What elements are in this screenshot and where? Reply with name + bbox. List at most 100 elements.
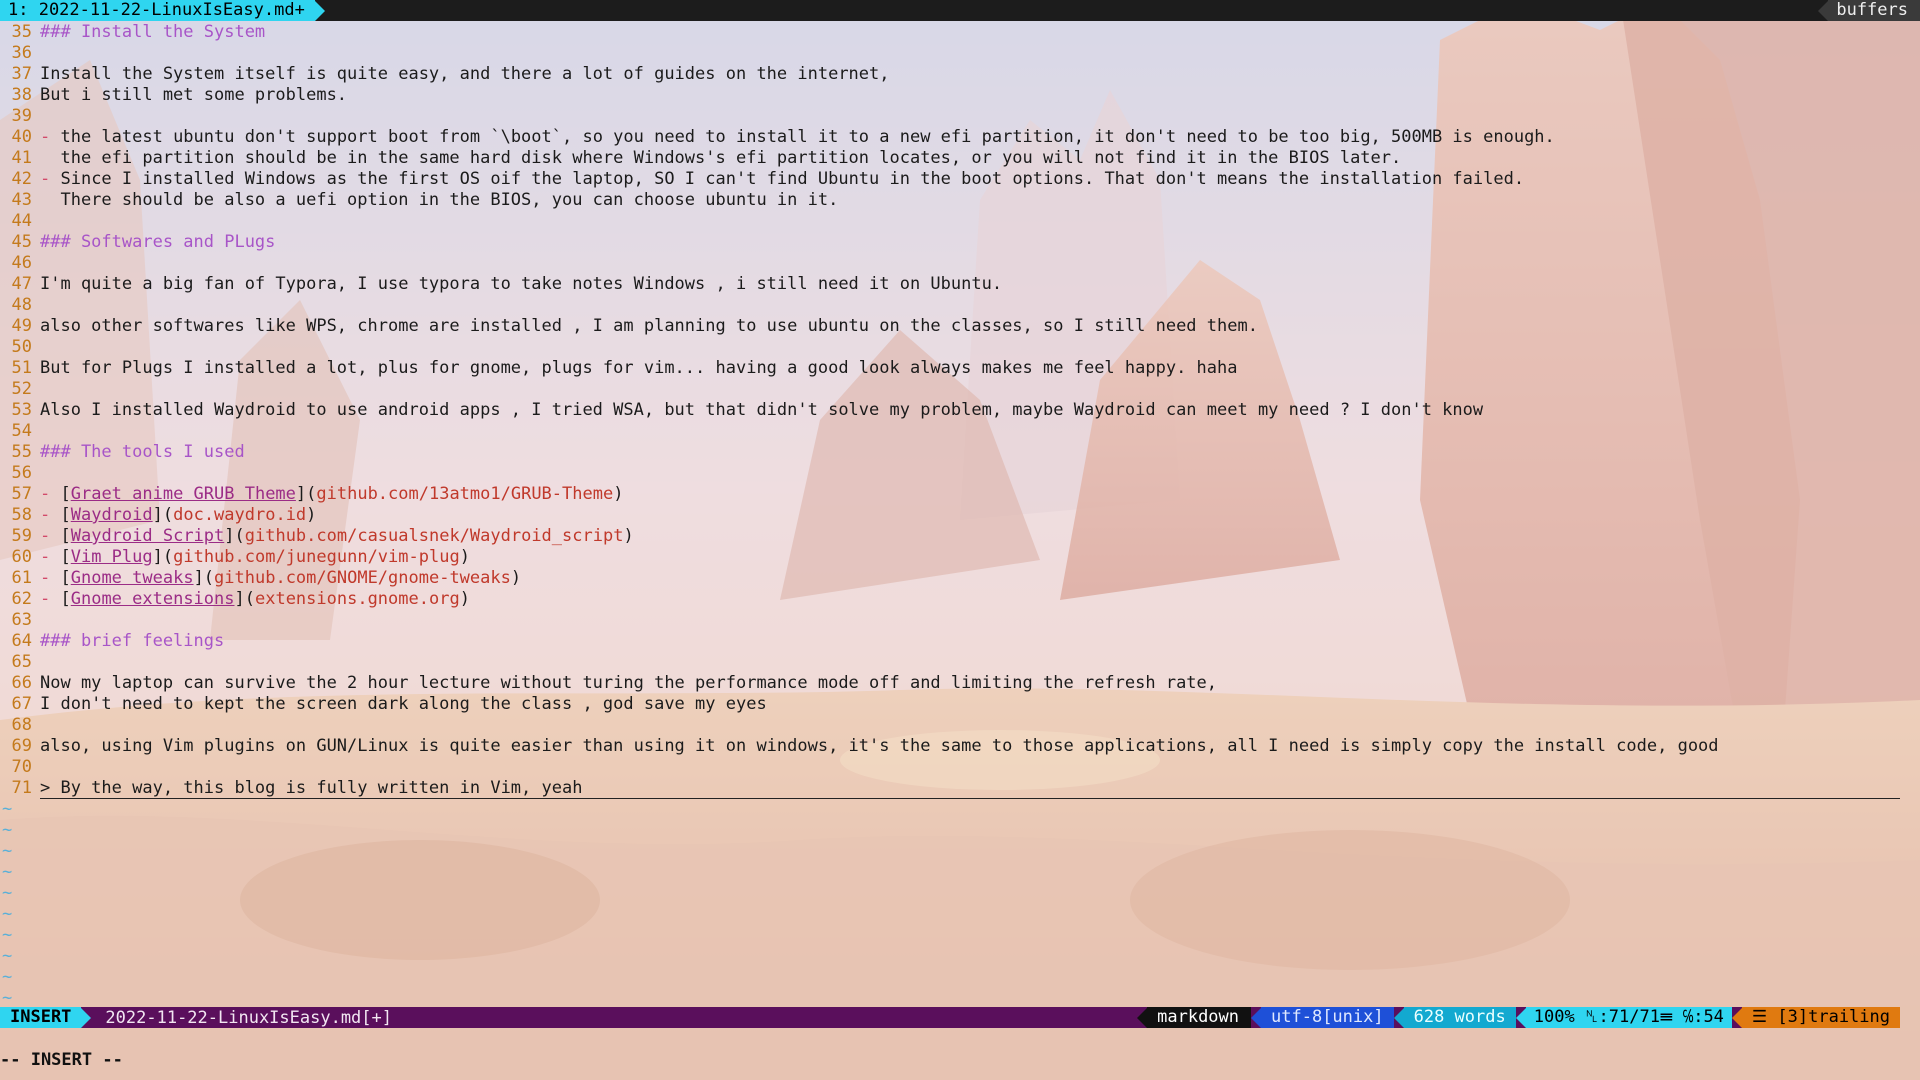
markdown-heading: ### brief feelings bbox=[40, 631, 225, 651]
line-number: 42 bbox=[11, 169, 32, 189]
wordcount-separator-arrow bbox=[1393, 1007, 1404, 1028]
editor-line: 47 I'm quite a big fan of Typora, I use t… bbox=[0, 274, 1900, 295]
link-text[interactable]: Gnome extensions bbox=[71, 589, 235, 609]
link-text[interactable]: Gnome tweaks bbox=[71, 568, 194, 588]
line-text: I don't need to kept the screen dark alo… bbox=[40, 694, 767, 715]
editor-line: 67 I don't need to kept the screen dark a… bbox=[0, 694, 1900, 715]
empty-line-tilde: ~ bbox=[2, 799, 13, 819]
line-content: Now my laptop can survive the 2 hour lec… bbox=[40, 673, 1218, 693]
line-number: 45 bbox=[11, 232, 32, 252]
line-number: 39 bbox=[11, 106, 32, 126]
editor-line: 49 also other softwares like WPS, chrome … bbox=[0, 316, 1900, 337]
link-text[interactable]: Vim Plug bbox=[71, 547, 153, 567]
tab-active[interactable]: 1: 2022-11-22-LinuxIsEasy.md+ bbox=[0, 0, 315, 21]
line-content: I'm quite a big fan of Typora, I use typ… bbox=[40, 274, 1003, 294]
line-number: 36 bbox=[11, 43, 32, 63]
cursorline-underline bbox=[40, 798, 1900, 799]
current-line: 71 > By the way, this blog is fully writt… bbox=[0, 778, 1900, 799]
editor-line: 36 bbox=[0, 43, 1900, 64]
editor-buffer[interactable]: 35 ### Install the System 36 37 Install the … bbox=[0, 22, 1900, 1009]
percent-separator-arrow bbox=[1515, 1007, 1526, 1028]
link-url[interactable]: doc.waydro.id bbox=[173, 505, 306, 525]
editor-line: 38 But i still met some problems. bbox=[0, 85, 1900, 106]
list-item-text: the latest ubuntu don't support boot fro… bbox=[50, 127, 1555, 147]
line-content: also other softwares like WPS, chrome ar… bbox=[40, 316, 1258, 336]
link-url[interactable]: extensions.gnome.org bbox=[255, 589, 460, 609]
editor-line: 68 bbox=[0, 715, 1900, 736]
link-url[interactable]: github.com/junegunn/vim-plug bbox=[173, 547, 460, 567]
line-number: 57 bbox=[11, 484, 32, 504]
line-number: 69 bbox=[11, 736, 32, 756]
line-number: 56 bbox=[11, 463, 32, 483]
column-icon: ☰ ℅ bbox=[1659, 1007, 1694, 1027]
tabline: 1: 2022-11-22-LinuxIsEasy.md+ buffers bbox=[0, 0, 1920, 21]
line-text: ### Softwares and PLugs bbox=[40, 232, 275, 253]
percent-value: 100% bbox=[1533, 1007, 1575, 1027]
link-url[interactable]: github.com/13atmo1/GRUB-Theme bbox=[316, 484, 613, 504]
line-content: also, using Vim plugins on GUN/Linux is … bbox=[40, 736, 1719, 756]
line-number: 44 bbox=[11, 211, 32, 231]
line-number: 70 bbox=[11, 757, 32, 777]
editor-line: 53 Also I installed Waydroid to use andro… bbox=[0, 400, 1900, 421]
empty-line-tilde: ~ bbox=[2, 925, 13, 945]
editor-line: 62 - [Gnome extensions](extensions.gnome.… bbox=[0, 589, 1900, 610]
link-text[interactable]: Waydroid Script bbox=[71, 526, 225, 546]
line-number: 54 bbox=[11, 421, 32, 441]
line-text: also other softwares like WPS, chrome ar… bbox=[40, 316, 1258, 337]
link-url[interactable]: github.com/GNOME/gnome-tweaks bbox=[214, 568, 511, 588]
line-number: 46 bbox=[11, 253, 32, 273]
line-text: Also I installed Waydroid to use android… bbox=[40, 400, 1483, 421]
line-number: 65 bbox=[11, 652, 32, 672]
editor-line: 63 bbox=[0, 610, 1900, 631]
line-text: also, using Vim plugins on GUN/Linux is … bbox=[40, 736, 1719, 757]
word-count: 628 words bbox=[1403, 1007, 1516, 1028]
line-number: 40 bbox=[11, 127, 32, 147]
editor-line: 57 - [Graet anime GRUB Theme](github.com/… bbox=[0, 484, 1900, 505]
line-text: - [Waydroid](doc.waydro.id) bbox=[40, 505, 317, 525]
line-number: 64 bbox=[11, 631, 32, 651]
line-number: 48 bbox=[11, 295, 32, 315]
line-number: 51 bbox=[11, 358, 32, 378]
line-text: ### brief feelings bbox=[40, 631, 224, 652]
line-number: 47 bbox=[11, 274, 32, 294]
editor-line: 50 bbox=[0, 337, 1900, 358]
line-number: 60 bbox=[11, 547, 32, 567]
command-line: -- INSERT -- bbox=[0, 1050, 123, 1070]
buffers-label[interactable]: buffers bbox=[1828, 0, 1920, 21]
filetype-indicator: markdown bbox=[1147, 1007, 1252, 1028]
line-number: 35 bbox=[11, 22, 32, 42]
line-content: There should be also a uefi option in th… bbox=[40, 190, 839, 210]
editor-line: 70 bbox=[0, 757, 1900, 778]
line-number: 59 bbox=[11, 526, 32, 546]
editor-line: 60 - [Vim Plug](github.com/junegunn/vim-p… bbox=[0, 547, 1900, 568]
line-text: - [Waydroid Script](github.com/casualsne… bbox=[40, 526, 634, 546]
link-text[interactable]: Waydroid bbox=[71, 505, 153, 525]
line-text: There should be also a uefi option in th… bbox=[40, 190, 838, 211]
mode-separator-arrow bbox=[81, 1007, 92, 1028]
editor-line: 39 bbox=[0, 106, 1900, 127]
mode-indicator: INSERT bbox=[0, 1007, 82, 1028]
trailing-whitespace-warning: ☰ [3]trailing bbox=[1741, 1007, 1900, 1028]
line-content: I don't need to kept the screen dark alo… bbox=[40, 694, 767, 714]
editor-line: 69 also, using Vim plugins on GUN/Linux i… bbox=[0, 736, 1900, 757]
editor-line: 64 ### brief feelings bbox=[0, 631, 1900, 652]
editor-line: 35 ### Install the System bbox=[0, 22, 1900, 43]
line-number: 41 bbox=[11, 148, 32, 168]
editor-line: 37 Install the System itself is quite eas… bbox=[0, 64, 1900, 85]
editor-line: 52 bbox=[0, 379, 1900, 400]
editor-line: 45 ### Softwares and PLugs bbox=[0, 232, 1900, 253]
line-number: 37 bbox=[11, 64, 32, 84]
line-text: - [Graet anime GRUB Theme](github.com/13… bbox=[40, 484, 624, 504]
editor-line: 42- Since I installed Windows as the fir… bbox=[0, 169, 1900, 190]
link-url[interactable]: github.com/casualsnek/Waydroid_script bbox=[245, 526, 624, 546]
list-bullet: - bbox=[40, 589, 51, 609]
line-content: Also I installed Waydroid to use android… bbox=[40, 400, 1484, 420]
filetype-separator-arrow bbox=[1137, 1007, 1148, 1028]
line-text: ### The tools I used bbox=[40, 442, 245, 463]
link-text[interactable]: Graet anime GRUB Theme bbox=[71, 484, 296, 504]
line-content: But for Plugs I installed a lot, plus fo… bbox=[40, 358, 1238, 378]
markdown-heading: ### Softwares and PLugs bbox=[40, 232, 276, 252]
markdown-heading: ### The tools I used bbox=[40, 442, 245, 462]
line-number: 38 bbox=[11, 85, 32, 105]
editor-line: 58 - [Waydroid](doc.waydro.id) bbox=[0, 505, 1900, 526]
